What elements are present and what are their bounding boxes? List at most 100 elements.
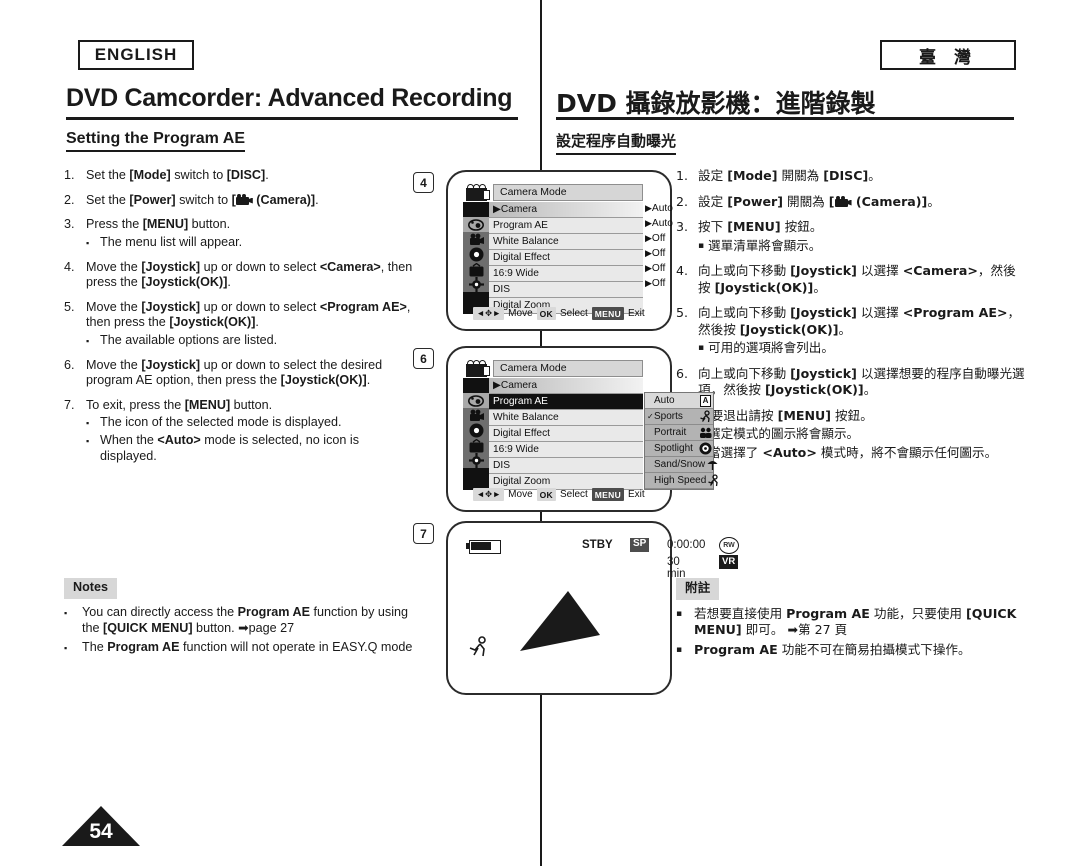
option-icon — [698, 427, 713, 439]
menu-row-label: Digital Zoom — [493, 476, 551, 487]
bullet-icon: ▪ — [86, 436, 90, 446]
menu-icon-column — [463, 202, 489, 314]
note-item: ▪ The Program AE function will not operat… — [64, 640, 414, 656]
bullet-icon: ▪ — [64, 642, 68, 653]
dpad-icon[interactable]: ◄✥► — [473, 307, 505, 320]
manual-page: ENGLISH 臺 灣 DVD Camcorder: Advanced Reco… — [0, 0, 1080, 866]
step-number: 4. — [64, 259, 75, 274]
camcorder-icon — [834, 195, 852, 207]
step-text: Set the [Mode] switch to [DISC]. — [86, 168, 269, 182]
notes-label-english: Notes — [64, 578, 117, 599]
standby-osd: STBY SP 0:00:00 RW 30 min VR — [462, 537, 739, 580]
title-rule-chinese — [556, 117, 1014, 120]
note-text: The Program AE function will not operate… — [82, 639, 413, 654]
battery-icon — [466, 540, 501, 554]
program-ae-option[interactable]: Spotlight — [645, 441, 713, 457]
record-disc-icon[interactable] — [463, 247, 489, 262]
bullet-icon: ▪ — [676, 608, 683, 619]
instruction-step: 6. 向上或向下移動 [Joystick] 以選擇想要的程序自動曝光選項，然後按 … — [676, 366, 1026, 399]
menu-row[interactable]: Program AE — [489, 394, 643, 410]
step-number: 2. — [64, 192, 75, 207]
menu-header: Camera Mode — [463, 184, 643, 201]
lcd-screen-menu: Camera Mode ▶Camera Program AE White Balan… — [446, 170, 673, 331]
timecode: 0:00:00 — [667, 539, 706, 551]
menu-row-label: Program AE — [493, 220, 548, 231]
notes-block-chinese: 附註 ▪ 若想要直接使用 Program AE 功能，只要使用 [QUICK ME… — [676, 578, 1026, 661]
step-text: Move the [Joystick] up or down to select… — [86, 259, 413, 290]
menu-row[interactable]: DIS — [489, 282, 643, 298]
step-sub-item: ▪ 選單清單將會顯示。 — [698, 238, 1026, 255]
settings-gear-icon[interactable] — [463, 277, 489, 292]
menu-row[interactable]: White Balance — [489, 410, 643, 426]
menu-row[interactable]: White Balance — [489, 234, 643, 250]
tv-icon[interactable] — [463, 438, 489, 453]
menu-row-value: ▶Off — [645, 263, 666, 274]
menu-row-label: Digital Effect — [493, 252, 551, 263]
sports-mode-indicator — [520, 591, 600, 651]
note-item: ▪ Program AE 功能不可在簡易拍攝模式下操作。 — [676, 642, 1026, 659]
step-number: 1. — [64, 168, 75, 182]
instruction-step: 3. 按下 [MENU] 按鈕。 ▪ 選單清單將會顯示。 — [676, 219, 1026, 254]
menu-row[interactable]: Program AE — [489, 218, 643, 234]
ok-key-icon[interactable]: OK — [536, 488, 556, 501]
step-sub-text: The menu list will appear. — [100, 234, 243, 249]
menu-icon-spacer — [463, 292, 489, 307]
menu-row-label: Program AE — [493, 396, 548, 407]
program-ae-option[interactable]: Portrait — [645, 425, 713, 441]
menu-row[interactable]: Digital Effect — [489, 250, 643, 266]
note-text: Program AE 功能不可在簡易拍攝模式下操作。 — [694, 641, 971, 657]
lcd-screen-options: Camera Mode ▶Camera Program AE White Balan… — [446, 346, 718, 512]
settings-gear-icon[interactable] — [463, 453, 489, 468]
menu-row-value: ▶Off — [645, 278, 666, 289]
step-number: 7. — [64, 397, 75, 412]
menu-row-label: White Balance — [493, 412, 559, 423]
instruction-step: 1. 設定 [Mode] 開關為 [DISC]。 — [676, 168, 1026, 185]
step-sub-text: 選定模式的圖示將會顯示。 — [708, 426, 860, 441]
option-icon: A — [698, 394, 713, 407]
instruction-list-english: 1. Set the [Mode] switch to [DISC]. 2. Set … — [64, 168, 414, 473]
page-number-value: 54 — [89, 820, 113, 843]
dpad-icon[interactable]: ◄✥► — [473, 488, 505, 501]
menu-breadcrumb-row[interactable]: ▶Camera — [489, 378, 643, 394]
instruction-step: 1. Set the [Mode] switch to [DISC]. — [64, 168, 414, 184]
program-ae-option[interactable]: Auto A — [645, 393, 713, 409]
option-label: Auto — [654, 395, 675, 406]
photo-mode-icon[interactable] — [463, 393, 489, 408]
camcorder-icon[interactable] — [463, 408, 489, 423]
option-icon — [706, 474, 721, 487]
program-ae-option[interactable]: High Speed — [645, 473, 718, 489]
camcorder-icon[interactable] — [463, 232, 489, 247]
step-text: To exit, press the [MENU] button. ▪ The ic… — [86, 398, 414, 465]
option-checkmark: ✓ — [647, 412, 654, 421]
menu-breadcrumb-row[interactable]: ▶Camera — [489, 202, 643, 218]
menu-row[interactable]: 16:9 Wide — [489, 442, 643, 458]
option-icon — [698, 410, 713, 423]
step-sub-text: When the <Auto> mode is selected, no ico… — [100, 433, 359, 463]
option-label: Sports — [654, 411, 683, 422]
menu-row-label: DIS — [493, 284, 510, 295]
camera-mode-menu: Camera Mode ▶Camera Program AE White Balan… — [463, 184, 643, 314]
menu-body: ▶Camera Program AE White Balance Digital Ef… — [463, 202, 643, 314]
menu-row[interactable]: 16:9 Wide — [489, 266, 643, 282]
menu-row[interactable]: DIS — [489, 458, 643, 474]
photo-mode-icon[interactable] — [463, 217, 489, 232]
menu-row[interactable]: Digital Effect — [489, 426, 643, 442]
note-text: You can directly access the Program AE f… — [82, 604, 408, 636]
step-text: 向上或向下移動 [Joystick] 以選擇想要的程序自動曝光選項，然後按 [J… — [698, 365, 1025, 398]
language-badge-english: ENGLISH — [78, 40, 194, 70]
program-ae-option[interactable]: ✓ Sports — [645, 409, 713, 425]
ok-key-icon[interactable]: OK — [536, 307, 556, 320]
page-title-english: DVD Camcorder: Advanced Recording — [66, 84, 513, 112]
tv-icon[interactable] — [463, 262, 489, 277]
menu-key-icon[interactable]: MENU — [591, 488, 625, 501]
menu-body-2: ▶Camera Program AE White Balance Digital Ef… — [463, 378, 643, 490]
step-marker-6: 6 — [413, 348, 434, 369]
record-disc-icon[interactable] — [463, 423, 489, 438]
sports-mode-icon — [469, 636, 486, 657]
option-label: Portrait — [654, 427, 687, 438]
menu-key-icon[interactable]: MENU — [591, 307, 625, 320]
menu-row-label: 16:9 Wide — [493, 268, 539, 279]
camcorder-icon — [235, 193, 253, 205]
menu-row-value: ▶Auto — [645, 218, 673, 229]
program-ae-option[interactable]: Sand/Snow — [645, 457, 718, 473]
